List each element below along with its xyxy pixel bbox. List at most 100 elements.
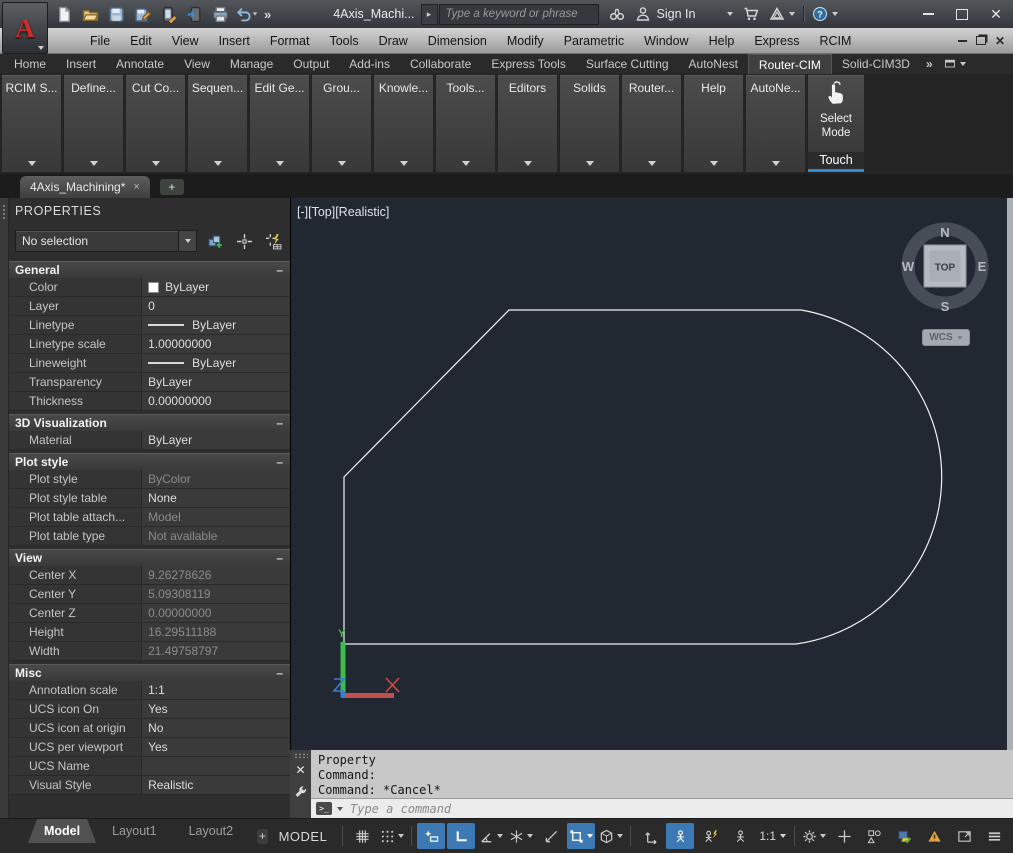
collapse-icon[interactable]: – <box>276 667 283 679</box>
save-web-mobile-icon[interactable] <box>182 3 206 25</box>
object-snap-tracking-icon[interactable] <box>537 823 565 849</box>
property-value[interactable]: Realistic <box>141 776 290 794</box>
menu-window[interactable]: Window <box>634 28 698 53</box>
ribbon-panel-define[interactable]: Define... <box>64 75 123 172</box>
autodesk-exchange-icon[interactable] <box>769 6 785 22</box>
annotation-visibility-icon[interactable] <box>666 823 694 849</box>
ribbon-tab-autonest[interactable]: AutoNest <box>679 54 748 74</box>
customization-icon[interactable] <box>980 823 1008 849</box>
chevron-down-icon[interactable] <box>178 231 196 251</box>
snap-icon[interactable] <box>378 823 406 849</box>
close-icon[interactable]: × <box>133 181 139 193</box>
viewcube-west[interactable]: W <box>902 259 915 274</box>
section-header-view[interactable]: View– <box>9 549 290 566</box>
menu-format[interactable]: Format <box>260 28 320 53</box>
new-layout-button[interactable]: + <box>257 829 268 844</box>
menu-express[interactable]: Express <box>744 28 809 53</box>
undo-icon[interactable] <box>234 3 258 25</box>
chevron-down-icon[interactable] <box>710 161 718 166</box>
ribbon-tab-home[interactable]: Home <box>4 54 56 74</box>
isometric-drafting-icon[interactable] <box>507 823 535 849</box>
command-input[interactable] <box>348 801 1013 817</box>
file-tab-active[interactable]: 4Axis_Machining* × <box>20 176 150 198</box>
ribbon-panel-autone[interactable]: AutoNe... <box>746 75 805 172</box>
app-store-cart-icon[interactable] <box>743 6 759 22</box>
ucs-icon[interactable]: Y <box>331 620 411 705</box>
ribbon-panel-sequen[interactable]: Sequen... <box>188 75 247 172</box>
workspace-switching-icon[interactable] <box>800 823 828 849</box>
property-value[interactable]: 0 <box>141 297 290 315</box>
property-value[interactable]: Yes <box>141 738 290 756</box>
isolate-objects-icon[interactable] <box>860 823 888 849</box>
property-value[interactable]: 5.09308119 <box>141 585 290 603</box>
open-file-icon[interactable] <box>78 3 102 25</box>
annotation-scale-list-icon[interactable] <box>726 823 754 849</box>
ortho-icon[interactable] <box>447 823 475 849</box>
property-value[interactable]: 16.29511188 <box>141 623 290 641</box>
grip-dots-icon[interactable] <box>294 753 308 758</box>
help-icon[interactable]: ? <box>812 6 828 22</box>
scale-value-button[interactable]: 1:1 <box>755 829 790 843</box>
ribbon-panel-knowle[interactable]: Knowle... <box>374 75 433 172</box>
chevron-down-icon[interactable] <box>586 161 594 166</box>
property-value[interactable]: 1:1 <box>141 681 290 699</box>
menu-rcim[interactable]: RCIM <box>809 28 861 53</box>
property-value[interactable]: Model <box>141 508 290 526</box>
minimize-button[interactable] <box>911 3 945 25</box>
chevron-down-icon[interactable] <box>214 161 222 166</box>
object-snap-icon[interactable] <box>567 823 595 849</box>
crosshair-icon[interactable] <box>830 823 858 849</box>
chevron-down-icon[interactable] <box>400 161 408 166</box>
property-value[interactable]: ByLayer <box>141 354 290 372</box>
application-menu-button[interactable]: A <box>2 2 48 54</box>
property-value[interactable]: ByLayer <box>141 373 290 391</box>
doc-restore-icon[interactable] <box>976 36 986 45</box>
menu-parametric[interactable]: Parametric <box>554 28 634 53</box>
ribbon-panel-help[interactable]: Help <box>684 75 743 172</box>
ribbon-panel-tools[interactable]: Tools... <box>436 75 495 172</box>
chevron-down-icon[interactable] <box>462 161 470 166</box>
chevron-down-icon[interactable] <box>338 161 346 166</box>
dynamic-input-icon[interactable] <box>417 823 445 849</box>
property-value[interactable]: ByLayer <box>141 431 290 449</box>
chevron-down-icon[interactable] <box>772 161 780 166</box>
hardware-acceleration-warning-icon[interactable] <box>920 823 948 849</box>
select-objects-icon[interactable] <box>233 230 255 252</box>
viewcube-south[interactable]: S <box>941 299 950 314</box>
menu-view[interactable]: View <box>162 28 209 53</box>
command-history[interactable]: PropertyCommand:Command: *Cancel* <box>311 750 1013 798</box>
property-value[interactable]: No <box>141 719 290 737</box>
select-mode-button[interactable]: SelectMode <box>820 113 852 141</box>
save-icon[interactable] <box>104 3 128 25</box>
model-viewport[interactable]: [-][Top][Realistic] Y N W E <box>290 198 1013 750</box>
collapse-icon[interactable]: – <box>276 552 283 564</box>
property-value[interactable]: ByLayer <box>141 278 290 296</box>
property-value[interactable]: ByLayer <box>141 316 290 334</box>
ribbon-overflow-icon[interactable]: » <box>920 54 939 74</box>
ribbon-tab-collaborate[interactable]: Collaborate <box>400 54 481 74</box>
ribbon-panel-rcim-s[interactable]: RCIM S... <box>2 75 61 172</box>
viewcube-face-top[interactable]: TOP <box>935 263 956 274</box>
search-binoculars-icon[interactable] <box>609 6 625 22</box>
sign-in-button[interactable]: Sign In <box>635 6 734 22</box>
chevron-down-icon[interactable] <box>90 161 98 166</box>
plot-icon[interactable] <box>208 3 232 25</box>
ribbon-tab-manage[interactable]: Manage <box>220 54 283 74</box>
doc-close-icon[interactable]: ✕ <box>995 35 1005 47</box>
menu-insert[interactable]: Insert <box>209 28 260 53</box>
chevron-down-icon[interactable] <box>648 161 656 166</box>
ribbon-tab-annotate[interactable]: Annotate <box>106 54 174 74</box>
ribbon-panel-editors[interactable]: Editors <box>498 75 557 172</box>
property-value[interactable]: Not available <box>141 527 290 545</box>
ribbon-tab-router-cim[interactable]: Router-CIM <box>748 54 832 74</box>
ribbon-panel-router[interactable]: Router... <box>622 75 681 172</box>
viewcube-north[interactable]: N <box>940 225 949 240</box>
section-header-misc[interactable]: Misc– <box>9 664 290 681</box>
layout-tab-layout1[interactable]: Layout1 <box>96 819 172 843</box>
ribbon-panel-cut-co[interactable]: Cut Co... <box>126 75 185 172</box>
model-space-badge[interactable]: MODEL <box>268 829 339 844</box>
ribbon-tab-view[interactable]: View <box>174 54 220 74</box>
maximize-button[interactable] <box>945 3 979 25</box>
menu-edit[interactable]: Edit <box>120 28 162 53</box>
close-button[interactable]: ✕ <box>979 3 1013 25</box>
